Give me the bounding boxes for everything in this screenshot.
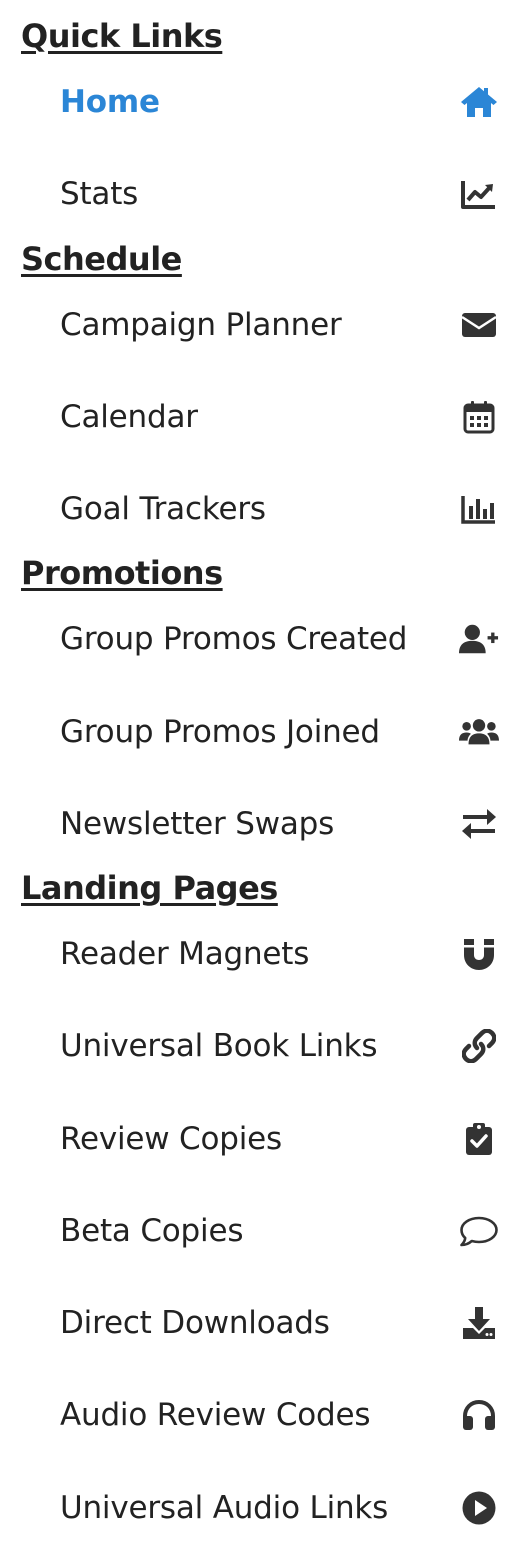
nav-item-universal-audio-links[interactable]: Universal Audio Links xyxy=(0,1476,530,1540)
nav-item-beta-copies[interactable]: Beta Copies xyxy=(0,1199,530,1263)
nav-item-label: Home xyxy=(60,84,160,120)
bar-chart-icon xyxy=(459,491,499,527)
clipboard-check-icon xyxy=(459,1121,499,1157)
nav-item-group-promos-joined[interactable]: Group Promos Joined xyxy=(0,700,530,764)
section-heading-quick-links: Quick Links xyxy=(21,17,223,55)
nav-item-label: Audio Review Codes xyxy=(60,1397,371,1433)
nav-item-label: Campaign Planner xyxy=(60,307,342,343)
section-heading-schedule: Schedule xyxy=(21,240,182,278)
nav-item-label: Universal Book Links xyxy=(60,1028,378,1064)
nav-item-campaign-planner[interactable]: Campaign Planner xyxy=(0,293,530,357)
home-icon xyxy=(459,84,499,120)
nav-item-label: Reader Magnets xyxy=(60,936,310,972)
nav-item-newsletter-swaps[interactable]: Newsletter Swaps xyxy=(0,792,530,856)
nav-item-calendar[interactable]: Calendar xyxy=(0,385,530,449)
chart-line-icon xyxy=(459,176,499,212)
nav-item-label: Review Copies xyxy=(60,1121,282,1157)
nav-item-label: Stats xyxy=(60,176,139,212)
section-heading-promotions: Promotions xyxy=(21,554,223,592)
download-icon xyxy=(459,1305,499,1341)
link-icon xyxy=(459,1028,499,1064)
headphones-icon xyxy=(459,1397,499,1433)
sidebar-navigation: Quick Links Home Stats Schedule Campaign Pla… xyxy=(0,0,530,1546)
users-icon xyxy=(459,714,499,750)
nav-item-label: Goal Trackers xyxy=(60,491,266,527)
nav-item-home[interactable]: Home xyxy=(0,70,530,134)
nav-item-label: Universal Audio Links xyxy=(60,1490,389,1526)
calendar-icon xyxy=(459,399,499,435)
nav-item-review-copies[interactable]: Review Copies xyxy=(0,1107,530,1171)
magnet-icon xyxy=(459,936,499,972)
nav-item-label: Newsletter Swaps xyxy=(60,806,335,842)
nav-item-label: Beta Copies xyxy=(60,1213,244,1249)
exchange-arrows-icon xyxy=(459,806,499,842)
nav-item-stats[interactable]: Stats xyxy=(0,162,530,226)
nav-item-label: Group Promos Joined xyxy=(60,714,380,750)
nav-item-label: Calendar xyxy=(60,399,198,435)
nav-item-direct-downloads[interactable]: Direct Downloads xyxy=(0,1291,530,1355)
comment-icon xyxy=(459,1213,499,1249)
play-circle-icon xyxy=(459,1490,499,1526)
section-heading-landing-pages: Landing Pages xyxy=(21,869,278,907)
nav-item-universal-book-links[interactable]: Universal Book Links xyxy=(0,1014,530,1078)
nav-item-label: Group Promos Created xyxy=(60,621,408,657)
nav-item-group-promos-created[interactable]: Group Promos Created xyxy=(0,607,530,671)
user-plus-icon xyxy=(459,621,499,657)
nav-item-reader-magnets[interactable]: Reader Magnets xyxy=(0,922,530,986)
envelope-icon xyxy=(459,307,499,343)
nav-item-label: Direct Downloads xyxy=(60,1305,330,1341)
nav-item-goal-trackers[interactable]: Goal Trackers xyxy=(0,477,530,541)
nav-item-audio-review-codes[interactable]: Audio Review Codes xyxy=(0,1383,530,1447)
